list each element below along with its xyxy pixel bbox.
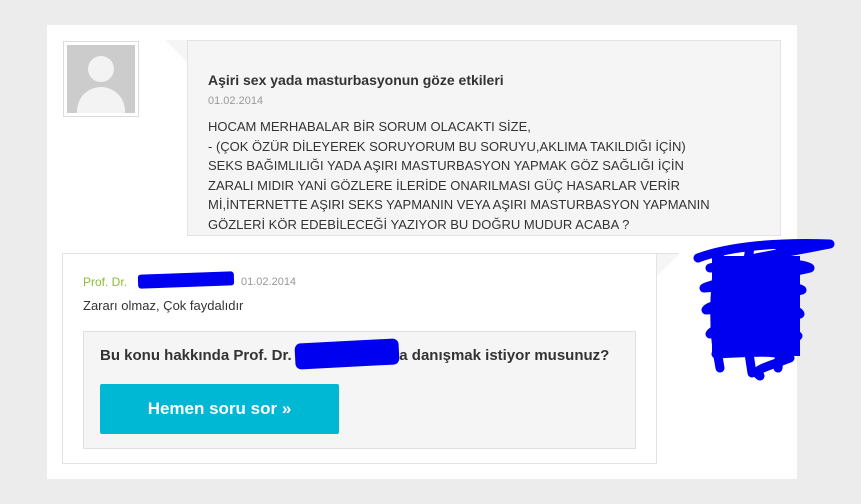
- redaction-mark: [137, 271, 235, 289]
- answer-date: 01.02.2014: [241, 276, 297, 288]
- consult-question-prefix: Bu konu hakkında Prof. Dr.: [100, 347, 292, 364]
- answer-bubble-pointer: [657, 254, 679, 276]
- redaction-scribble: [693, 239, 835, 381]
- answer-author-name[interactable]: Prof. Dr.: [83, 275, 127, 289]
- question-bubble: Aşiri sex yada masturbasyonun göze etkil…: [187, 40, 781, 236]
- question-line: SEKS BAĞIMLILIĞI YADA AŞIRI MASTURBASYON…: [208, 158, 684, 173]
- question-body: HOCAM MERHABALAR BİR SORUM OLACAKTI SİZE…: [208, 117, 768, 234]
- answer-text: Zararı olmaz, Çok faydalıdır: [83, 298, 244, 313]
- consult-question-suffix: 'a danışmak istiyor musunuz?: [395, 347, 610, 364]
- qa-card: Aşiri sex yada masturbasyonun göze etkil…: [47, 25, 797, 479]
- avatar-placeholder-icon: [67, 45, 135, 113]
- question-line: ZARALI MIDIR YANİ GÖZLERE İLERİDE ONARIL…: [208, 177, 680, 193]
- question-bubble-pointer: [165, 40, 187, 62]
- question-title: Aşiri sex yada masturbasyonun göze etkil…: [208, 72, 504, 88]
- user-avatar: [63, 41, 139, 117]
- question-line: GÖZLERİ KÖR EDEBİLECEĞİ YAZIYOR BU DOĞRU…: [208, 216, 630, 232]
- ask-question-button[interactable]: Hemen soru sor »: [100, 384, 339, 434]
- question-line: HOCAM MERHABALAR BİR SORUM OLACAKTI SİZE…: [208, 119, 531, 134]
- redaction-mark: [294, 338, 400, 370]
- question-line: Mİ,İNTERNETTE AŞIRI SEKS YAPMANIN VEYA A…: [208, 197, 710, 212]
- answer-bubble: Prof. Dr. 01.02.2014 Zararı olmaz, Çok f…: [62, 253, 657, 464]
- consult-cta-box: Bu konu hakkında Prof. Dr. 'a danışmak is…: [83, 331, 636, 449]
- question-date: 01.02.2014: [208, 95, 264, 107]
- question-line: - (ÇOK ÖZÜR DİLEYEREK SORUYORUM BU SORUY…: [208, 138, 686, 154]
